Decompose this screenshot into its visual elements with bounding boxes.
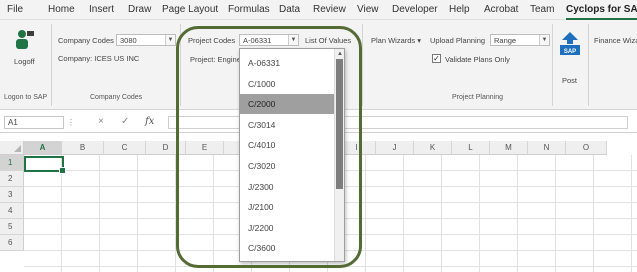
column-header-m[interactable]: M [490,141,528,155]
tab-draw[interactable]: Draw [128,4,151,15]
tab-home[interactable]: Home [48,4,75,15]
row-header-1[interactable]: 1 [0,155,24,171]
tab-acrobat[interactable]: Acrobat [484,4,518,15]
tab-insert[interactable]: Insert [89,4,114,15]
column-header-l[interactable]: L [452,141,490,155]
tab-view[interactable]: View [357,4,379,15]
row-header-4[interactable]: 4 [0,203,24,219]
validate-plans-checkbox[interactable]: ✓ [432,54,441,63]
tab-file[interactable]: File [7,4,23,15]
name-box[interactable]: A1 [4,116,64,129]
selected-cell[interactable] [24,156,66,174]
row-header-5[interactable]: 5 [0,219,24,235]
tab-developer[interactable]: Developer [392,4,438,15]
group-divider [552,24,553,106]
chevron-down-icon[interactable]: ▼ [539,35,549,45]
more-options-icon[interactable]: ⋮ [67,118,75,127]
caret-down-icon: ▾ [417,36,422,45]
group-divider [362,24,363,106]
highlight-ring [176,26,362,268]
tab-page-layout[interactable]: Page Layout [162,4,218,15]
company-codes-label: Company Codes [58,36,114,45]
tab-formulas[interactable]: Formulas [228,4,270,15]
tab-help[interactable]: Help [449,4,470,15]
post-button[interactable]: SAP Post [556,30,584,90]
row-header-6[interactable]: 6 [0,235,24,251]
tab-review[interactable]: Review [313,4,346,15]
group-divider [588,24,589,106]
company-codes-group-label: Company Codes [90,94,143,101]
svg-text:SAP: SAP [564,49,576,55]
column-header-a[interactable]: A [24,141,62,155]
cancel-icon[interactable]: × [98,116,104,127]
company-name-text: Company: ICES US INC [58,54,140,63]
logon-group-label: Logon to SAP [4,94,48,101]
project-planning-group-label: Project Planning [452,94,503,101]
tab-cyclops-for-sap[interactable]: Cyclops for SAP [566,4,637,20]
logoff-button[interactable]: Logoff [10,28,42,74]
insert-function-icon[interactable]: fx [145,116,154,127]
sap-upload-icon: SAP [560,32,580,55]
name-box-value: A1 [8,118,18,127]
upload-planning-combo[interactable]: Range ▼ [490,34,550,46]
select-all-button[interactable] [0,141,24,155]
group-divider [51,24,52,106]
plan-wizards-label: Plan Wizards [371,36,416,45]
row-header-2[interactable]: 2 [0,171,24,187]
plan-wizards-button[interactable]: Plan Wizards ▾ [371,36,421,45]
column-header-b[interactable]: B [62,141,104,155]
upload-planning-value: Range [494,36,517,45]
company-codes-combo[interactable]: 3080 ▼ [116,34,176,46]
column-header-o[interactable]: O [566,141,607,155]
finance-wizard-button[interactable]: Finance Wizard [594,36,637,45]
enter-icon[interactable]: ✓ [121,116,129,127]
tab-team[interactable]: Team [530,4,554,15]
chevron-down-icon[interactable]: ▼ [165,35,175,45]
column-header-n[interactable]: N [528,141,566,155]
column-header-c[interactable]: C [104,141,146,155]
upload-planning-label: Upload Planning [430,36,486,45]
post-label: Post [562,76,578,85]
row-header-3[interactable]: 3 [0,187,24,203]
column-header-k[interactable]: K [414,141,452,155]
menu-bar: File Home Insert Draw Page Layout Formul… [0,0,637,20]
column-header-j[interactable]: J [376,141,414,155]
validate-plans-label: Validate Plans Only [445,55,510,64]
company-codes-value: 3080 [120,36,137,45]
tab-data[interactable]: Data [279,4,300,15]
logoff-label: Logoff [14,57,35,66]
user-key-icon [16,30,34,49]
